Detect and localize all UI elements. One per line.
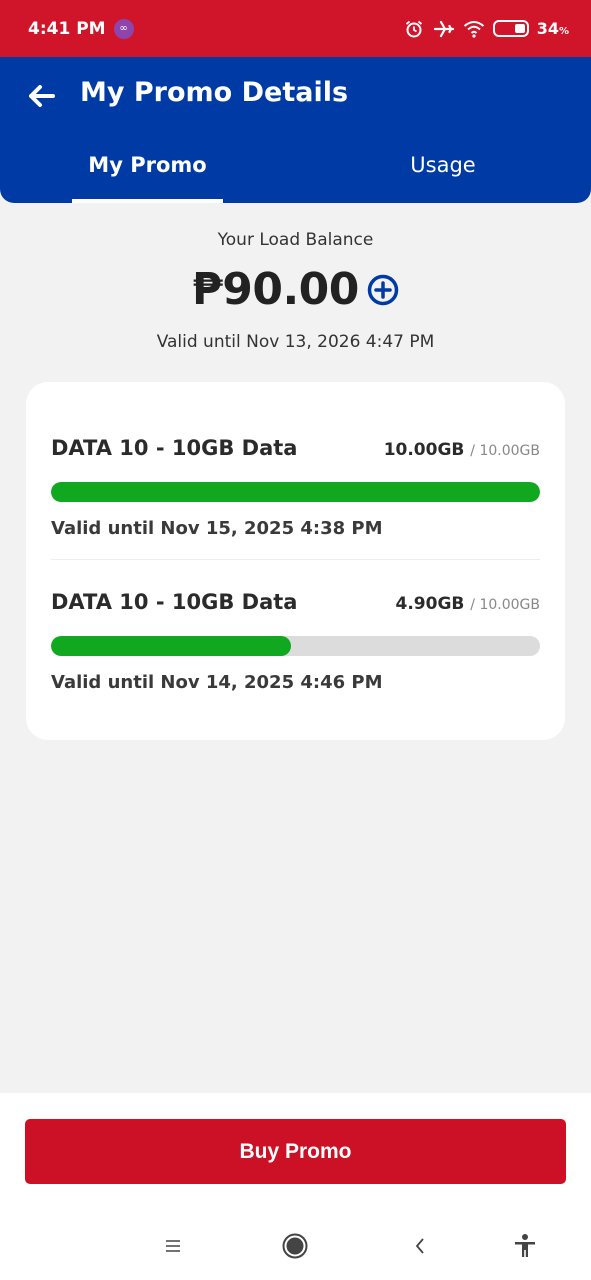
promo-card: DATA 10 - 10GB Data 10.00GB / 10.00GB Va… — [26, 382, 565, 740]
promo-total: / 10.00GB — [470, 443, 540, 459]
tab-bar: My Promo Usage — [0, 145, 591, 203]
promo-total: / 10.00GB — [470, 597, 540, 613]
back-icon[interactable] — [405, 1231, 435, 1261]
status-time: 4:41 PM — [28, 18, 106, 39]
alarm-icon — [403, 18, 425, 40]
battery-icon — [492, 20, 529, 37]
status-icons: 34% — [403, 18, 569, 40]
balance-row: ₱90.00 — [0, 264, 591, 315]
promo-remaining: 10.00GB / 10.00GB — [383, 440, 540, 460]
page-title: My Promo Details — [80, 77, 349, 108]
home-icon[interactable] — [280, 1231, 310, 1261]
balance-amount: ₱90.00 — [192, 264, 359, 315]
tab-usage[interactable]: Usage — [368, 145, 518, 203]
promo-remaining: 4.90GB / 10.00GB — [395, 594, 540, 614]
divider — [51, 559, 540, 560]
airplane-icon — [433, 18, 455, 40]
accessibility-icon[interactable] — [510, 1231, 540, 1261]
data-progress-fill — [51, 636, 291, 656]
buy-promo-button[interactable]: Buy Promo — [25, 1119, 566, 1184]
bottom-area: Buy Promo — [0, 1093, 591, 1280]
system-nav-bar — [0, 1223, 591, 1267]
data-progress-fill — [51, 482, 540, 502]
promo-valid-until: Valid until Nov 15, 2025 4:38 PM — [51, 518, 383, 539]
promo-name: DATA 10 - 10GB Data — [51, 590, 298, 614]
promo-valid-until: Valid until Nov 14, 2025 4:46 PM — [51, 672, 383, 693]
back-arrow-icon[interactable] — [26, 81, 56, 111]
add-circle-icon[interactable] — [367, 274, 399, 306]
tab-my-promo[interactable]: My Promo — [72, 145, 223, 203]
notification-icon: ∞ — [113, 18, 134, 39]
status-bar: 4:41 PM ∞ 34% — [0, 0, 591, 57]
promo-name: DATA 10 - 10GB Data — [51, 436, 298, 460]
wifi-icon — [463, 18, 485, 40]
balance-valid-until: Valid until Nov 13, 2026 4:47 PM — [156, 332, 435, 352]
data-progress-bar — [51, 636, 540, 656]
menu-icon[interactable] — [158, 1231, 188, 1261]
app-header: My Promo Details My Promo Usage — [0, 57, 591, 203]
data-progress-bar — [51, 482, 540, 502]
balance-label: Your Load Balance — [217, 230, 374, 250]
battery-level: 34% — [536, 19, 569, 38]
